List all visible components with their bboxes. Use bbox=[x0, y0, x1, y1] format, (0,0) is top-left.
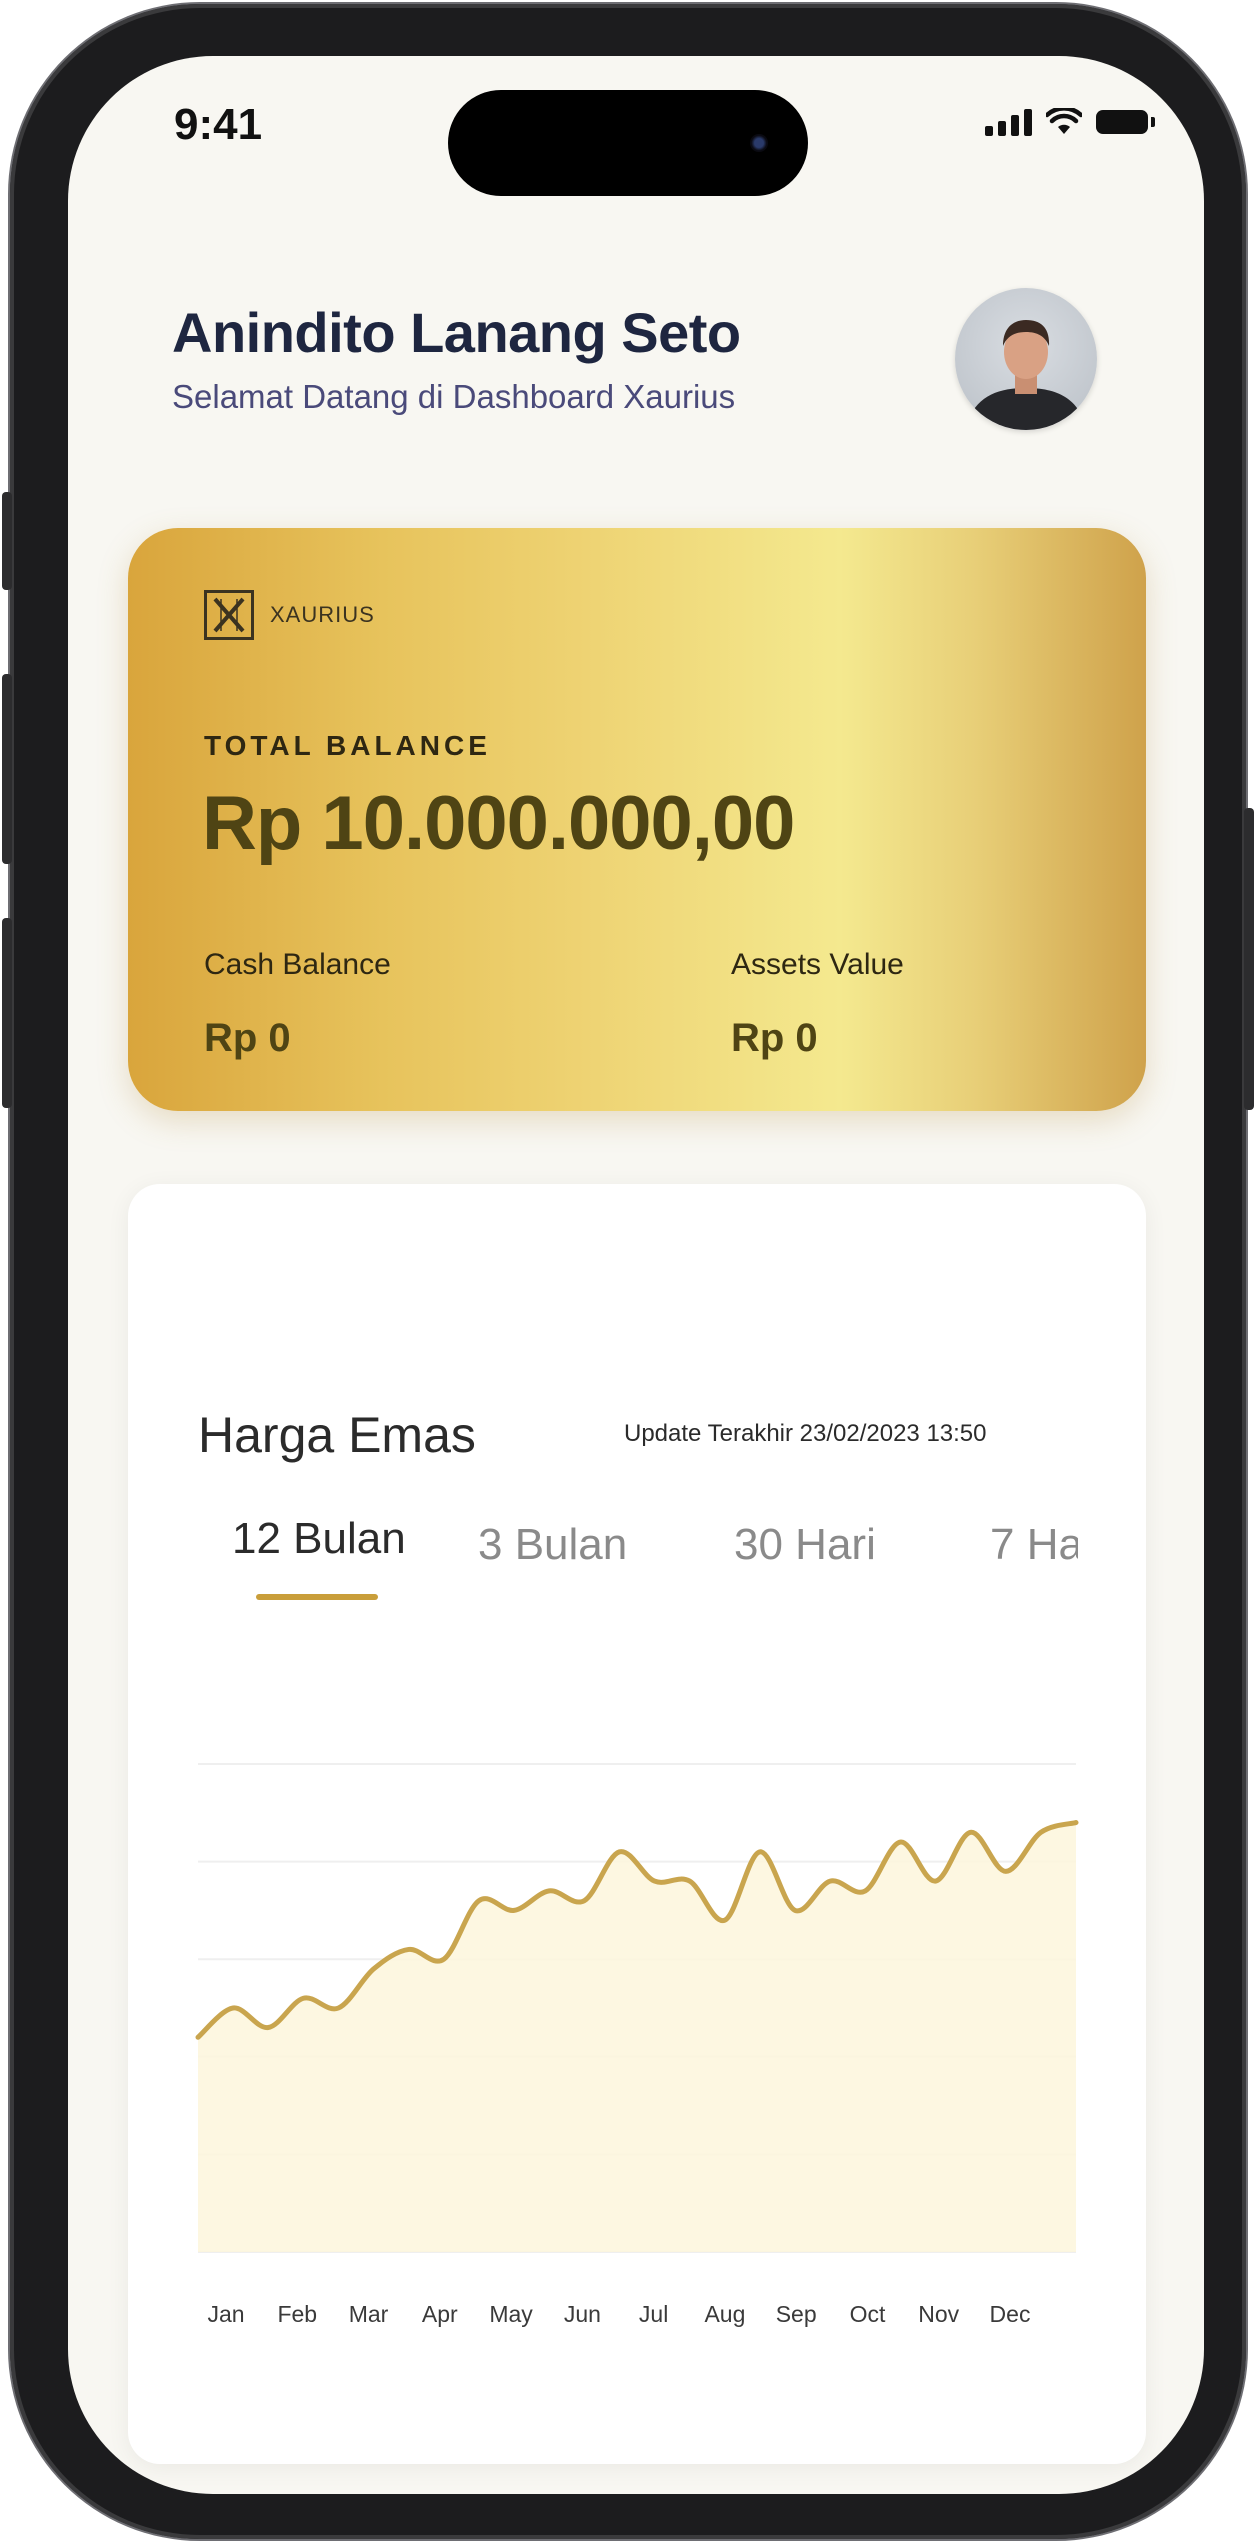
camera-icon bbox=[750, 134, 768, 152]
welcome-subtitle: Selamat Datang di Dashboard Xaurius bbox=[172, 378, 736, 415]
chart-x-tick-label: Sep bbox=[776, 2301, 817, 2327]
volume-down-button bbox=[2, 918, 12, 1108]
status-time: 9:41 bbox=[174, 100, 263, 149]
user-name: Anindito Lanang Seto bbox=[172, 301, 741, 364]
gold-price-card: Harga Emas Update Terakhir 23/02/2023 13… bbox=[128, 1184, 1146, 2464]
assets-value-label: Assets Value bbox=[731, 948, 904, 981]
wifi-icon bbox=[1046, 108, 1082, 134]
app-screen: 9:41 Anindito Lanang Seto Selamat Datang… bbox=[68, 56, 1204, 2494]
brand-logo: XAURIUS bbox=[204, 590, 375, 640]
chart-x-tick-label: Aug bbox=[704, 2301, 745, 2327]
power-button bbox=[1244, 808, 1254, 1110]
chart-x-tick-label: Apr bbox=[422, 2301, 458, 2327]
chart-area-fill bbox=[198, 1822, 1076, 2252]
gold-price-chart: Jan Feb Mar Apr May Jun Jul Aug Sep Oct Nov Dec bbox=[195, 1763, 1079, 2327]
signal-icon bbox=[985, 108, 1032, 136]
chart-x-tick-label: Jan bbox=[207, 2301, 244, 2327]
cash-balance-value: Rp 0 bbox=[204, 1016, 291, 1060]
chart-x-tick-label: Oct bbox=[850, 2301, 886, 2327]
profile-photo bbox=[965, 320, 1087, 430]
chart-x-tick-label: May bbox=[489, 2301, 533, 2327]
phone-frame: 9:41 Anindito Lanang Seto Selamat Datang… bbox=[2, 4, 1254, 2539]
chart-x-tick-label: Dec bbox=[990, 2301, 1031, 2327]
cash-balance-label: Cash Balance bbox=[204, 948, 391, 981]
chart-x-tick-label: Mar bbox=[349, 2301, 389, 2327]
action-button bbox=[2, 492, 12, 590]
chart-x-tick-label: Jun bbox=[564, 2301, 601, 2327]
brand-name: XAURIUS bbox=[270, 602, 375, 627]
dynamic-island bbox=[448, 90, 808, 196]
status-icons bbox=[985, 108, 1155, 136]
battery-icon bbox=[1096, 110, 1155, 134]
chart-x-tick-label: Nov bbox=[918, 2301, 959, 2327]
assets-value-value: Rp 0 bbox=[731, 1016, 818, 1060]
total-balance-label: TOTAL BALANCE bbox=[204, 730, 491, 761]
avatar[interactable] bbox=[955, 288, 1097, 430]
chart-x-tick-label: Jul bbox=[639, 2301, 668, 2327]
total-balance-value: Rp 10.000.000,00 bbox=[202, 781, 795, 866]
xaurius-logo-icon bbox=[204, 590, 254, 640]
chart-x-tick-label: Feb bbox=[277, 2301, 317, 2327]
volume-up-button bbox=[2, 674, 12, 864]
balance-card: XAURIUS TOTAL BALANCE Rp 10.000.000,00 C… bbox=[128, 528, 1146, 1111]
